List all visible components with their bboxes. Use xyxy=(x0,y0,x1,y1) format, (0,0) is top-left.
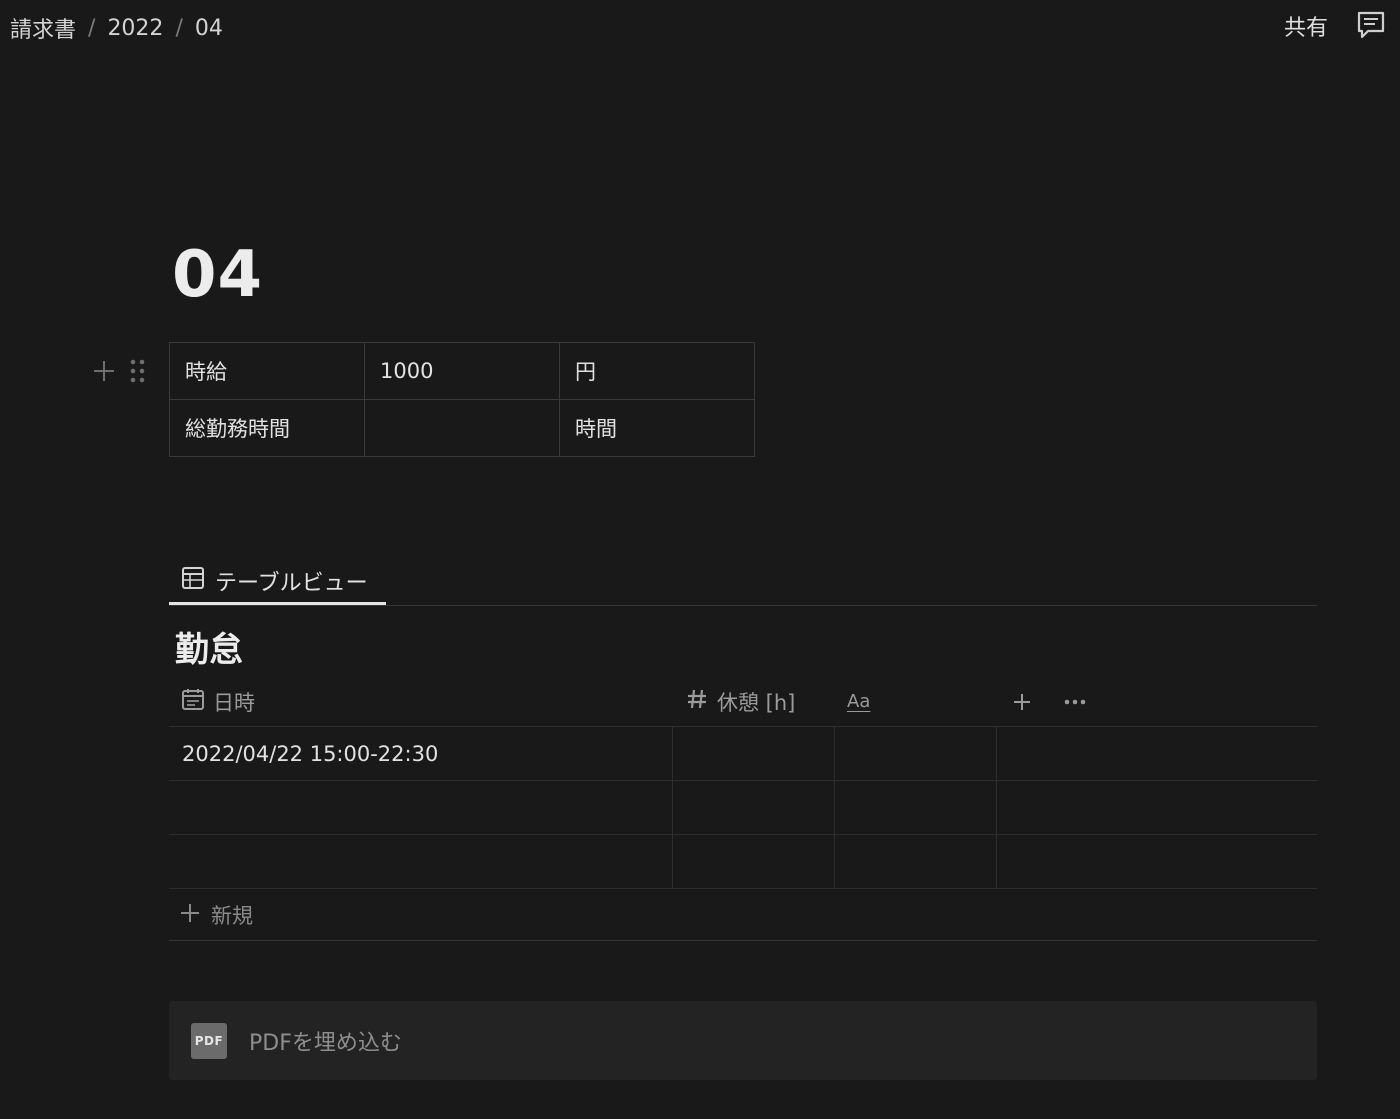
pdf-embed-button[interactable]: PDF PDFを埋め込む xyxy=(169,1001,1317,1080)
number-icon xyxy=(685,687,709,716)
table-cell[interactable] xyxy=(364,399,560,457)
table-cell[interactable]: 時間 xyxy=(559,399,755,457)
database-header: 日時 休憩 [h] Aa xyxy=(169,676,1317,727)
new-row-label: 新規 xyxy=(211,904,253,928)
table-row[interactable] xyxy=(169,835,1317,889)
pdf-embed-label: PDFを埋め込む xyxy=(249,1030,402,1056)
page-title[interactable]: 04 xyxy=(172,238,263,312)
tab-label: テーブルビュー xyxy=(215,571,368,596)
cell-break[interactable] xyxy=(673,727,834,780)
cell-datetime[interactable] xyxy=(182,835,672,888)
cell-text[interactable] xyxy=(835,835,996,888)
plus-icon[interactable] xyxy=(1011,676,1033,727)
cell-break[interactable] xyxy=(673,781,834,834)
column-label: 休憩 [h] xyxy=(717,690,796,715)
column-label: 日時 xyxy=(213,690,255,715)
cell-datetime[interactable] xyxy=(182,781,672,834)
add-block-icon[interactable] xyxy=(90,356,118,386)
share-button[interactable]: 共有 xyxy=(1284,10,1328,42)
new-row-button[interactable]: 新規 xyxy=(169,890,1317,941)
text-icon: Aa xyxy=(847,691,871,712)
table-row[interactable]: 2022/04/22 15:00-22:30 xyxy=(169,727,1317,781)
table-cell[interactable]: 時給 xyxy=(169,342,365,400)
table-cell[interactable]: 総勤務時間 xyxy=(169,399,365,457)
rate-table: 時給 1000 円 総勤務時間 時間 xyxy=(169,342,755,457)
comment-icon[interactable] xyxy=(1354,8,1388,42)
column-header-datetime[interactable]: 日時 xyxy=(181,676,255,727)
drag-handle-icon[interactable] xyxy=(127,356,149,386)
column-header-break[interactable]: 休憩 [h] xyxy=(685,676,795,727)
table-row[interactable] xyxy=(169,781,1317,835)
table-cell[interactable]: 1000 xyxy=(364,342,560,400)
cell-text[interactable] xyxy=(835,727,996,780)
table-row: 総勤務時間 時間 xyxy=(169,399,755,457)
breadcrumb-separator: / xyxy=(175,15,183,41)
tab-table-view[interactable]: テーブルビュー xyxy=(169,556,386,606)
table-cell[interactable]: 円 xyxy=(559,342,755,400)
column-header-text[interactable]: Aa xyxy=(847,676,870,727)
breadcrumb-separator: / xyxy=(88,15,96,41)
column-separator xyxy=(672,727,673,889)
column-separator xyxy=(996,727,997,889)
breadcrumb-item-month[interactable]: 04 xyxy=(195,16,223,41)
column-separator xyxy=(834,727,835,889)
calendar-icon xyxy=(181,687,205,716)
more-icon[interactable] xyxy=(1063,676,1087,727)
breadcrumb: 請求書 / 2022 / 04 xyxy=(10,12,223,44)
cell-break[interactable] xyxy=(673,835,834,888)
divider xyxy=(169,605,1317,606)
breadcrumb-item-invoice[interactable]: 請求書 xyxy=(10,12,76,44)
database-title[interactable]: 勤怠 xyxy=(175,622,243,671)
table-icon xyxy=(181,566,205,596)
pdf-icon: PDF xyxy=(191,1022,227,1059)
cell-text[interactable] xyxy=(835,781,996,834)
breadcrumb-item-year[interactable]: 2022 xyxy=(107,16,163,41)
cell-datetime[interactable]: 2022/04/22 15:00-22:30 xyxy=(182,727,672,780)
plus-icon xyxy=(179,902,201,929)
table-row: 時給 1000 円 xyxy=(169,342,755,400)
topbar: 請求書 / 2022 / 04 共有 xyxy=(0,0,1400,52)
